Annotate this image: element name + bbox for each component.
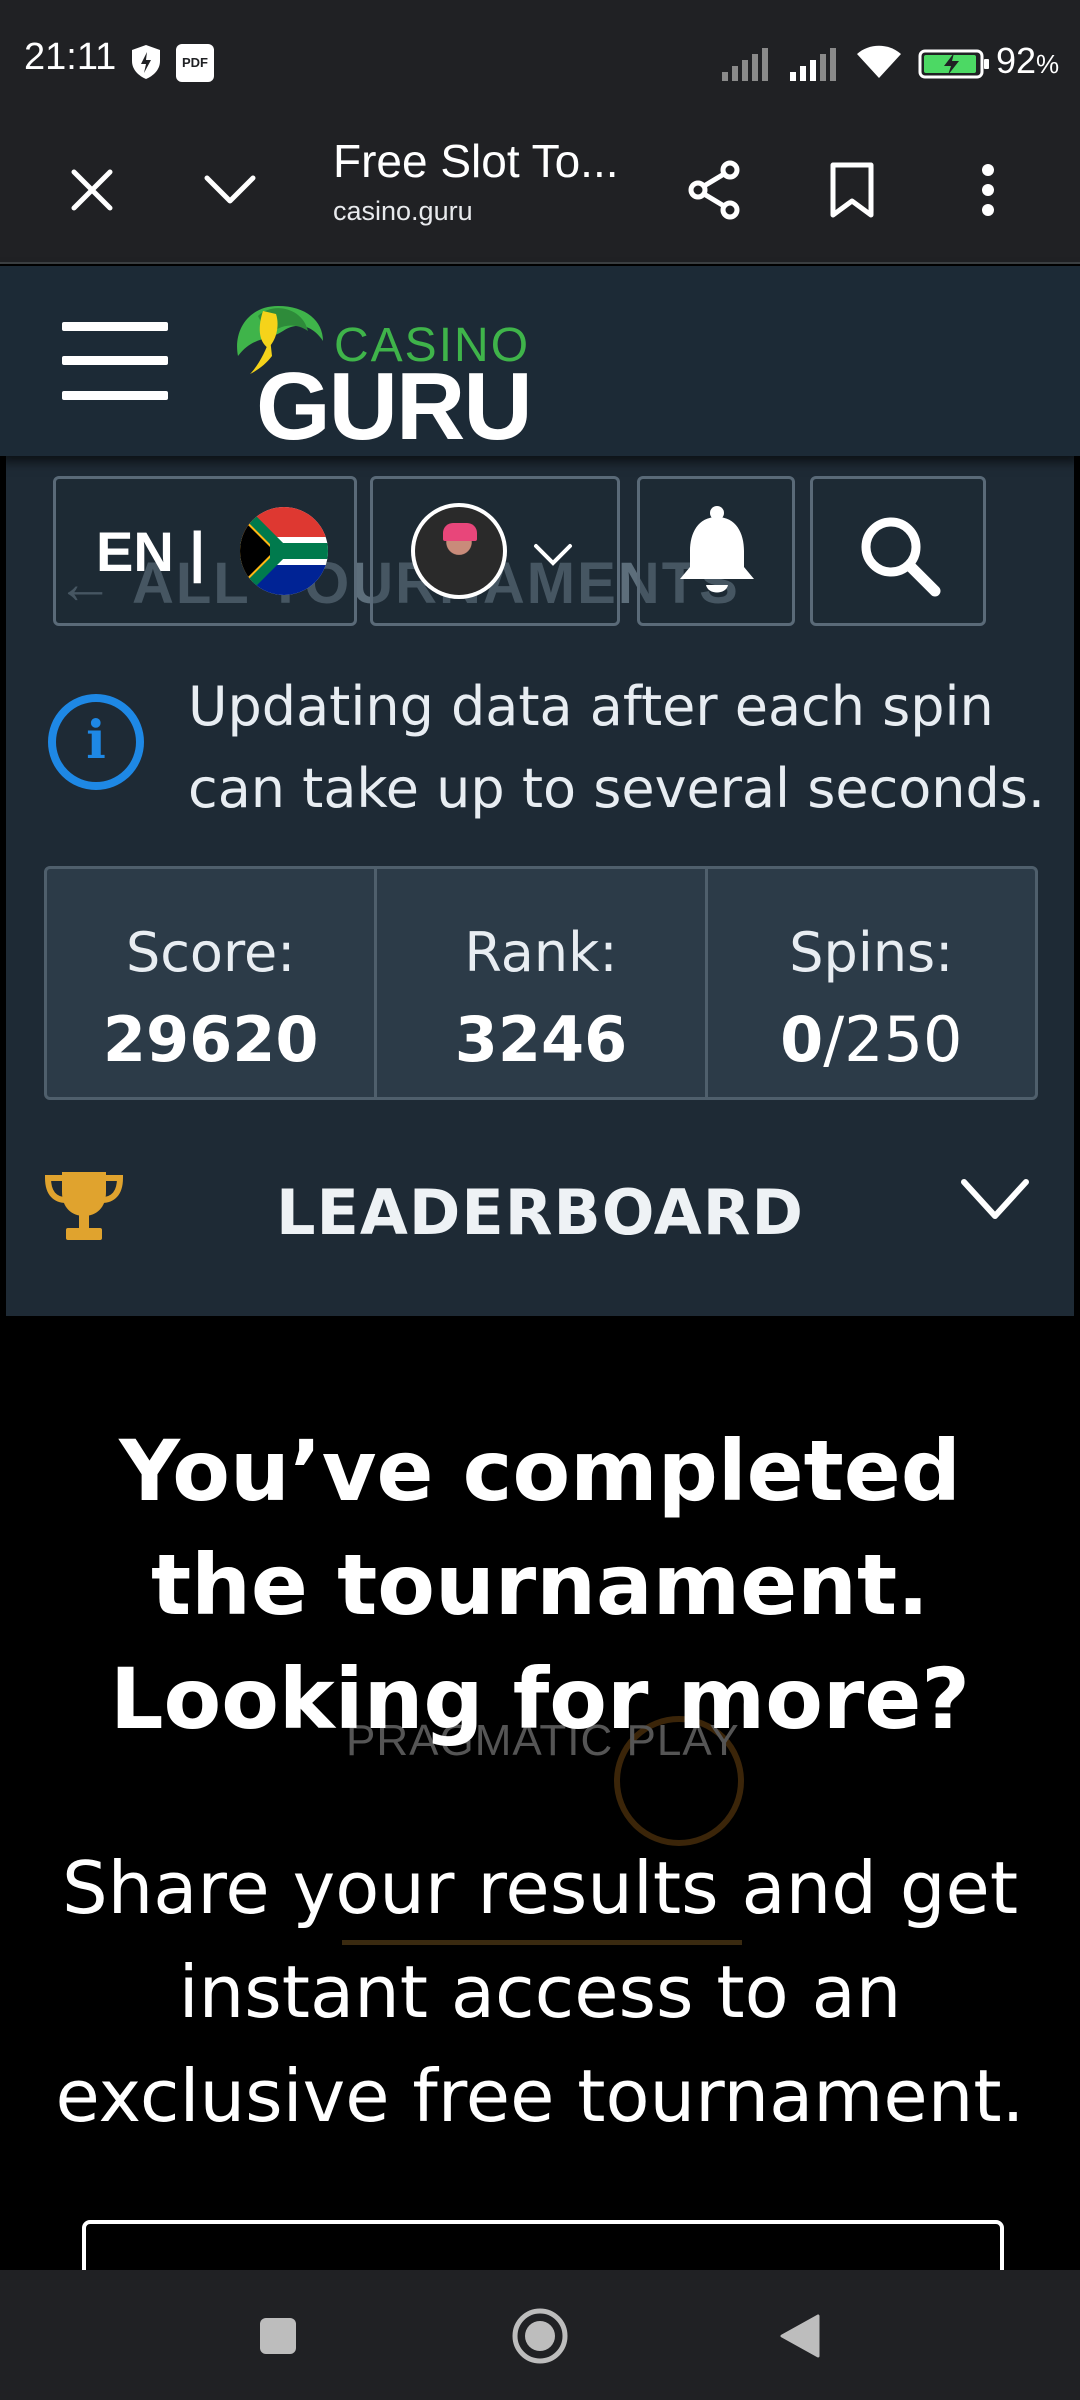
- bookmark-button[interactable]: [810, 148, 894, 232]
- update-notice-text: Updating data after each spin can take u…: [188, 675, 1046, 820]
- rank-stat: Rank: 3246: [374, 869, 704, 1097]
- home-button[interactable]: [502, 2298, 578, 2374]
- account-menu[interactable]: [370, 476, 620, 626]
- chevron-down-icon: [204, 175, 256, 204]
- spins-value: 0/250: [780, 1003, 963, 1076]
- chevron-down-icon: [534, 544, 572, 566]
- back-button[interactable]: [762, 2298, 838, 2374]
- more-vert-icon: [982, 164, 994, 216]
- leaderboard-title: LEADERBOARD: [276, 1176, 804, 1249]
- spins-stat: Spins: 0/250: [704, 869, 1035, 1097]
- tournament-panel: ← ALL TOURNAMENTS EN | i Updating data a…: [6, 456, 1074, 1316]
- spins-label: Spins:: [789, 921, 954, 984]
- completion-promo: PRAGMATIC PLAY You’ve completed the tour…: [6, 1316, 1074, 2270]
- site-header: CASINO GURU: [0, 266, 1080, 460]
- avatar: [411, 503, 507, 599]
- status-bar: 21:11 PDF 92%: [0, 0, 1080, 120]
- share-button[interactable]: [672, 148, 756, 232]
- score-stat: Score: 29620: [47, 869, 374, 1097]
- casino-guru-logo[interactable]: CASINO GURU: [228, 288, 548, 460]
- rank-label: Rank:: [464, 921, 618, 984]
- bookmark-icon: [830, 162, 874, 218]
- language-label: EN |: [96, 520, 206, 583]
- battery-charging-icon: [918, 49, 989, 79]
- search-button[interactable]: [810, 476, 986, 626]
- menu-button[interactable]: [62, 322, 168, 400]
- recents-icon: [260, 2318, 296, 2354]
- battery-percent: 92%: [996, 40, 1060, 81]
- score-label: Score:: [125, 921, 296, 984]
- status-time: 21:11: [24, 36, 117, 78]
- notifications-button[interactable]: [637, 476, 795, 626]
- promo-heading: You’ve completed the tournament. Looking…: [109, 1422, 971, 1748]
- system-navigation-bar: [0, 2270, 1080, 2400]
- share-results-button[interactable]: [82, 2220, 1004, 2270]
- bell-icon: [680, 506, 754, 593]
- language-selector[interactable]: EN |: [53, 476, 357, 626]
- wifi-icon: [857, 45, 901, 78]
- logo-text-big: GURU: [256, 353, 533, 460]
- leaderboard-toggle[interactable]: LEADERBOARD: [6, 1136, 1074, 1316]
- promo-text: Share your results and get instant acces…: [55, 1846, 1025, 2138]
- more-options-button[interactable]: [946, 148, 1030, 232]
- chevron-down-icon: [961, 1179, 1029, 1219]
- score-value: 29620: [102, 1003, 319, 1076]
- pdf-icon: PDF: [176, 44, 214, 82]
- share-icon: [688, 160, 740, 220]
- info-icon: i: [48, 694, 144, 790]
- page-url: casino.guru: [333, 196, 473, 226]
- home-icon: [512, 2308, 568, 2364]
- back-icon: [780, 2314, 820, 2358]
- search-icon: [861, 517, 941, 597]
- shield-icon: [132, 45, 160, 79]
- close-tab-button[interactable]: [50, 148, 134, 232]
- close-icon: [71, 169, 113, 211]
- minimize-tab-button[interactable]: [188, 148, 272, 232]
- signal-icon: [790, 48, 836, 81]
- tournament-stats: Score: 29620 Rank: 3246 Spins: 0/250: [44, 866, 1038, 1100]
- browser-toolbar: Free Slot To... casino.guru: [0, 120, 1080, 264]
- signal-icon: [722, 48, 768, 81]
- update-notice: i Updating data after each spin can take…: [48, 666, 1048, 820]
- south-africa-flag-icon: [240, 507, 328, 595]
- page-title: Free Slot To...: [333, 135, 619, 187]
- rank-value: 3246: [454, 1003, 628, 1076]
- recents-button[interactable]: [240, 2298, 316, 2374]
